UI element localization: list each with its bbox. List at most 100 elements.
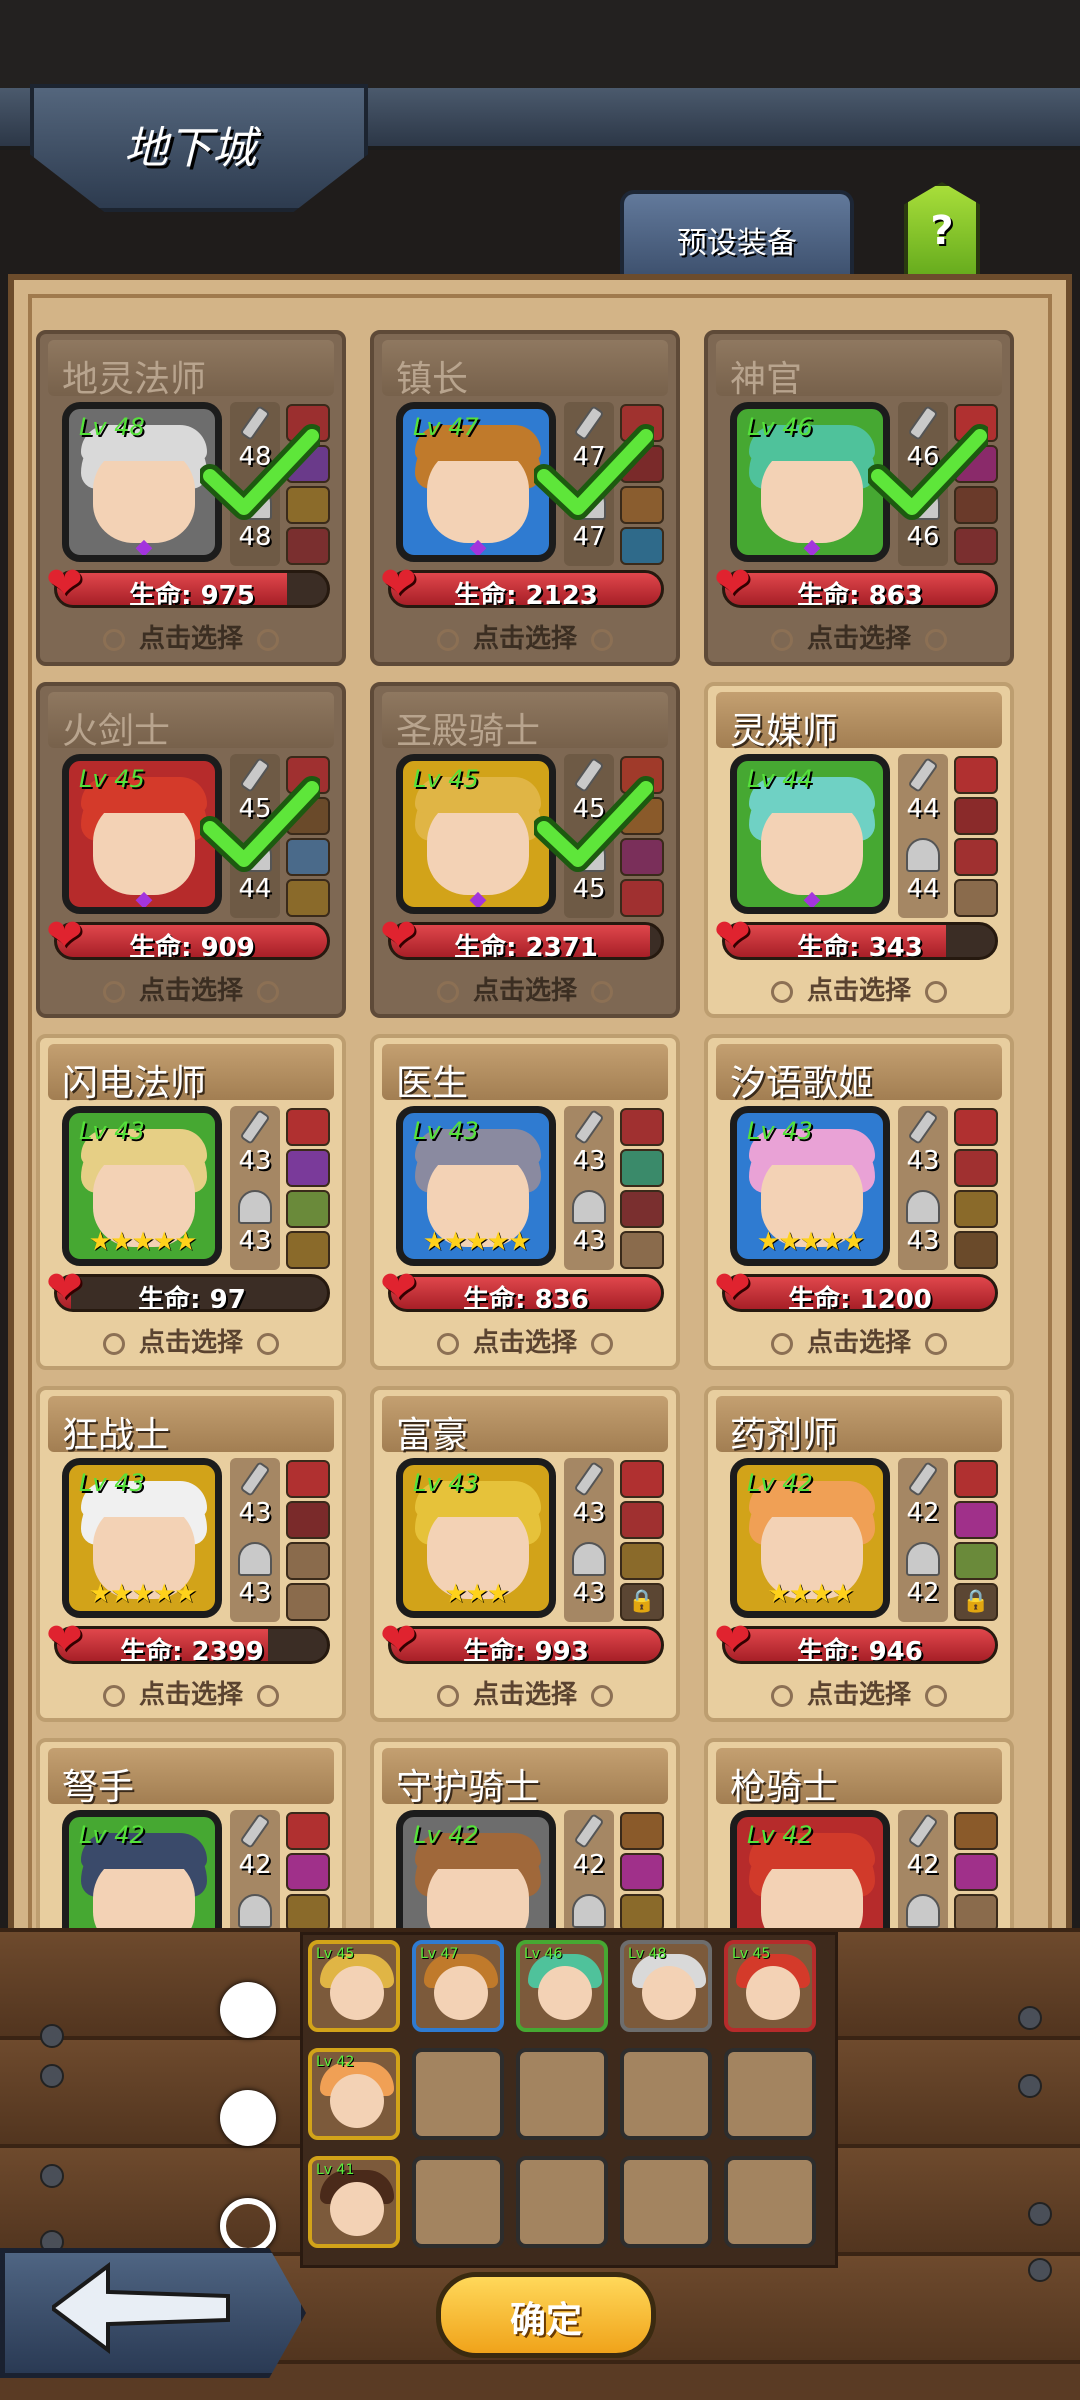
select-prompt[interactable]: 点击选择 <box>40 1674 342 1711</box>
equipment-icon[interactable] <box>954 1812 998 1850</box>
team-radio[interactable] <box>220 2090 276 2146</box>
team-slot-hero[interactable]: Lv 45 <box>308 1940 400 2032</box>
hero-portrait[interactable]: Lv 45 ◆ <box>62 754 222 914</box>
equipment-icon[interactable] <box>286 1108 330 1146</box>
equipment-icon[interactable] <box>954 1460 998 1498</box>
hero-card[interactable]: 闪电法师 Lv 43 ★★★★★ 43 43 生命: 97 ❤ 点击选择 <box>36 1034 346 1370</box>
equipment-icon[interactable] <box>286 1231 330 1269</box>
team-radio[interactable] <box>220 2198 276 2254</box>
hero-portrait[interactable]: Lv 46 ◆ <box>730 402 890 562</box>
hero-card[interactable]: 药剂师 Lv 42 ★★★★ 42 42 🔒 生命: 946 ❤ 点击选择 <box>704 1386 1014 1722</box>
lock-icon[interactable]: 🔒 <box>620 1583 664 1621</box>
team-slot-empty[interactable] <box>516 2048 608 2140</box>
equipment-icon[interactable] <box>286 1149 330 1187</box>
equipment-icon[interactable] <box>286 1853 330 1891</box>
hero-portrait[interactable]: Lv 45 ◆ <box>396 754 556 914</box>
hero-portrait[interactable]: Lv 43 ★★★★★ <box>730 1106 890 1266</box>
hero-portrait[interactable]: Lv 43 ★★★ <box>396 1458 556 1618</box>
equipment-icon[interactable] <box>954 1853 998 1891</box>
hero-card[interactable]: 火剑士 Lv 45 ◆ 45 44 生命: 909 ❤ 点击选择 <box>36 682 346 1018</box>
empty-equip-slot[interactable] <box>954 1894 998 1932</box>
equipment-icon[interactable] <box>954 797 998 835</box>
equipment-icon[interactable] <box>620 1108 664 1146</box>
team-slot-empty[interactable] <box>412 2156 504 2248</box>
select-prompt[interactable]: 点击选择 <box>40 618 342 655</box>
team-slot-empty[interactable] <box>724 2156 816 2248</box>
hero-portrait[interactable]: Lv 43 ★★★★★ <box>62 1458 222 1618</box>
team-slot-hero[interactable]: Lv 45 <box>724 1940 816 2032</box>
team-slot-empty[interactable] <box>620 2156 712 2248</box>
equipment-icon[interactable] <box>954 838 998 876</box>
equipment-icon[interactable] <box>286 879 330 917</box>
equipment-icon[interactable] <box>954 1542 998 1580</box>
equipment-icon[interactable] <box>620 1894 664 1932</box>
empty-equip-slot[interactable] <box>620 1231 664 1269</box>
team-slot-empty[interactable] <box>724 2048 816 2140</box>
select-prompt[interactable]: 点击选择 <box>708 970 1010 1007</box>
team-radio[interactable] <box>220 1982 276 2038</box>
equipment-icon[interactable] <box>620 1149 664 1187</box>
hero-portrait[interactable]: Lv 43 ★★★★★ <box>62 1106 222 1266</box>
team-slot-hero[interactable]: Lv 48 <box>620 1940 712 2032</box>
team-slot-empty[interactable] <box>412 2048 504 2140</box>
preset-equipment-tab[interactable]: 预设装备 <box>620 190 854 280</box>
hero-card[interactable]: 汐语歌姬 Lv 43 ★★★★★ 43 43 生命: 1200 ❤ 点击选择 <box>704 1034 1014 1370</box>
hero-card[interactable]: 狂战士 Lv 43 ★★★★★ 43 43 生命: 2399 ❤ 点击选择 <box>36 1386 346 1722</box>
lock-icon[interactable]: 🔒 <box>954 1583 998 1621</box>
equipment-icon[interactable] <box>286 1501 330 1539</box>
hero-card[interactable]: 地灵法师 Lv 48 ◆ 48 48 生命: 975 ❤ 点击选择 <box>36 330 346 666</box>
select-prompt[interactable]: 点击选择 <box>708 1674 1010 1711</box>
select-prompt[interactable]: 点击选择 <box>40 970 342 1007</box>
team-slot-empty[interactable] <box>516 2156 608 2248</box>
equipment-icon[interactable] <box>954 1501 998 1539</box>
select-prompt[interactable]: 点击选择 <box>374 970 676 1007</box>
select-prompt[interactable]: 点击选择 <box>374 1674 676 1711</box>
equipment-icon[interactable] <box>286 1190 330 1228</box>
equipment-icon[interactable] <box>954 1231 998 1269</box>
hero-portrait[interactable]: Lv 48 ◆ <box>62 402 222 562</box>
equipment-icon[interactable] <box>620 1853 664 1891</box>
equipment-icon[interactable] <box>620 1460 664 1498</box>
select-prompt[interactable]: 点击选择 <box>708 1322 1010 1359</box>
equipment-icon[interactable] <box>620 1501 664 1539</box>
empty-equip-slot[interactable] <box>954 879 998 917</box>
equipment-icon[interactable] <box>954 1149 998 1187</box>
hero-portrait[interactable]: Lv 47 ◆ <box>396 402 556 562</box>
hero-card[interactable]: 灵媒师 Lv 44 ◆ 44 44 生命: 343 ❤ 点击选择 <box>704 682 1014 1018</box>
hero-portrait[interactable]: Lv 43 ★★★★★ <box>396 1106 556 1266</box>
select-prompt[interactable]: 点击选择 <box>374 618 676 655</box>
empty-equip-slot[interactable] <box>286 1583 330 1621</box>
team-slot-empty[interactable] <box>620 2048 712 2140</box>
equipment-icon[interactable] <box>620 1542 664 1580</box>
select-prompt[interactable]: 点击选择 <box>374 1322 676 1359</box>
hero-board[interactable]: 地灵法师 Lv 48 ◆ 48 48 生命: 975 ❤ 点击选择 镇长 Lv … <box>8 274 1072 2074</box>
equipment-icon[interactable] <box>620 1190 664 1228</box>
equipment-icon[interactable] <box>620 1812 664 1850</box>
help-button[interactable]: ? <box>904 182 980 284</box>
equipment-icon[interactable] <box>286 527 330 565</box>
equipment-icon[interactable] <box>954 756 998 794</box>
equipment-icon[interactable] <box>954 1190 998 1228</box>
team-slot-hero[interactable]: Lv 47 <box>412 1940 504 2032</box>
team-slot-hero[interactable]: Lv 42 <box>308 2048 400 2140</box>
equipment-icon[interactable] <box>620 879 664 917</box>
hero-card[interactable]: 神官 Lv 46 ◆ 46 46 生命: 863 ❤ 点击选择 <box>704 330 1014 666</box>
hero-portrait[interactable]: Lv 44 ◆ <box>730 754 890 914</box>
select-prompt[interactable]: 点击选择 <box>708 618 1010 655</box>
hero-card[interactable]: 富豪 Lv 43 ★★★ 43 43 🔒 生命: 993 ❤ 点击选择 <box>370 1386 680 1722</box>
equipment-icon[interactable] <box>954 1108 998 1146</box>
empty-equip-slot[interactable] <box>286 1542 330 1580</box>
equipment-icon[interactable] <box>286 1894 330 1932</box>
hero-card[interactable]: 镇长 Lv 47 ◆ 47 47 生命: 2123 ❤ 点击选择 <box>370 330 680 666</box>
equipment-icon[interactable] <box>620 527 664 565</box>
equipment-icon[interactable] <box>286 1460 330 1498</box>
team-slot-hero[interactable]: Lv 46 <box>516 1940 608 2032</box>
confirm-button[interactable]: 确定 <box>436 2272 656 2358</box>
select-prompt[interactable]: 点击选择 <box>40 1322 342 1359</box>
hero-card[interactable]: 圣殿骑士 Lv 45 ◆ 45 45 生命: 2371 ❤ 点击选择 <box>370 682 680 1018</box>
hero-portrait[interactable]: Lv 42 ★★★★ <box>730 1458 890 1618</box>
equipment-icon[interactable] <box>286 1812 330 1850</box>
equipment-icon[interactable] <box>954 527 998 565</box>
team-slot-hero[interactable]: Lv 41 <box>308 2156 400 2248</box>
hero-card[interactable]: 医生 Lv 43 ★★★★★ 43 43 生命: 836 ❤ 点击选择 <box>370 1034 680 1370</box>
